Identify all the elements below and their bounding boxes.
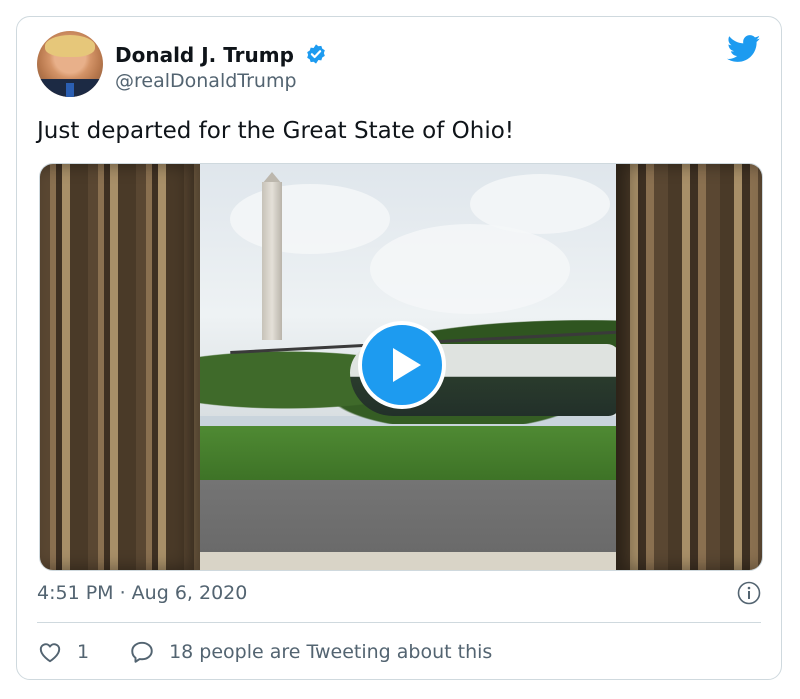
speech-bubble-icon <box>131 641 153 663</box>
video-door-left <box>40 164 200 570</box>
verified-badge-icon <box>307 44 325 64</box>
info-icon[interactable] <box>737 581 761 605</box>
video-cloud <box>370 224 570 314</box>
twitter-bird-icon[interactable] <box>727 35 761 63</box>
tweet-card: Donald J. Trump @realDonaldTrump Just de… <box>16 16 782 680</box>
avatar[interactable] <box>37 31 103 97</box>
conversation-button[interactable]: 18 people are Tweeting about this <box>129 639 492 665</box>
author-handle[interactable]: @realDonaldTrump <box>115 70 297 92</box>
avatar-tie <box>66 83 74 97</box>
video-door-right <box>616 164 762 570</box>
like-count: 1 <box>77 641 90 663</box>
play-icon <box>393 348 421 382</box>
tweet-timestamp[interactable]: 4:51 PM · Aug 6, 2020 <box>37 582 247 604</box>
conversation-label: 18 people are Tweeting about this <box>169 641 493 663</box>
avatar-hair <box>45 35 95 57</box>
divider <box>37 622 761 623</box>
video-cloud <box>470 174 610 234</box>
author-name[interactable]: Donald J. Trump <box>115 43 294 67</box>
video-cloud <box>230 184 390 254</box>
tweet-text: Just departed for the Great State of Ohi… <box>37 118 515 144</box>
play-button[interactable] <box>358 321 446 409</box>
tweet-actions: 1 18 people are Tweeting about this <box>37 637 492 667</box>
heart-icon <box>39 643 61 663</box>
video-player[interactable] <box>39 163 763 571</box>
like-button[interactable]: 1 <box>37 639 89 665</box>
